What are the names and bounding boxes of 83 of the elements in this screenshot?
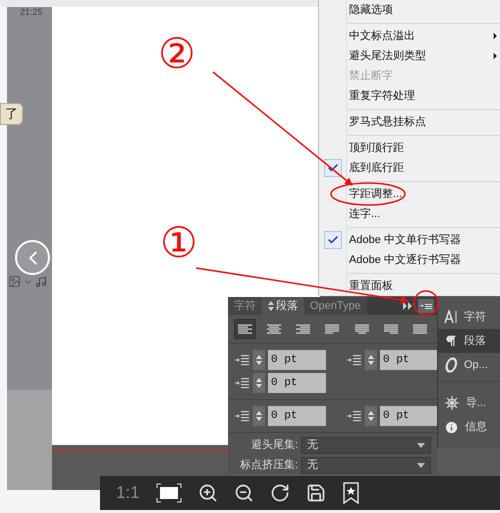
menu-item[interactable]: Adobe 中文逐行书写器 (319, 250, 500, 270)
up-arrow-icon[interactable] (256, 411, 262, 415)
indent-icon (234, 410, 250, 422)
menu-item[interactable]: 连字... (319, 204, 500, 224)
up-down-arrows-icon (268, 301, 274, 311)
alignment-icon (412, 324, 427, 334)
menu-item[interactable]: 顶到顶行距 (319, 138, 500, 158)
number-field[interactable]: 0 pt (268, 350, 326, 370)
stepper[interactable] (365, 350, 377, 370)
step-number: ① (160, 222, 198, 264)
dropdown-label: 标点挤压集: (238, 458, 298, 474)
down-arrow-icon[interactable] (256, 384, 262, 388)
up-arrow-icon[interactable] (256, 355, 262, 359)
number-field[interactable]: 0 pt (268, 373, 326, 393)
dock-item[interactable]: 信息 (438, 415, 500, 439)
menu-item[interactable]: 中文标点溢出 (319, 26, 500, 46)
dropdown-arrow-icon (417, 443, 425, 448)
number-field[interactable]: 0 pt (268, 406, 326, 426)
indent-icon (234, 354, 250, 366)
tab-label: OpenType (310, 298, 361, 314)
chat-bubble: 了 (0, 103, 23, 125)
dropdown-label: 避头尾集: (250, 438, 298, 454)
dock-item[interactable]: 段落 (438, 329, 500, 353)
stepper[interactable] (253, 406, 265, 426)
actual-size-button[interactable]: 1:1 (116, 480, 140, 506)
up-arrow-icon[interactable] (368, 411, 374, 415)
image-icon[interactable] (8, 275, 21, 288)
dropdown[interactable]: 无 (301, 437, 431, 454)
dropdown-arrow-icon (417, 463, 425, 468)
alignment-icon (384, 324, 398, 334)
pilcrow-icon (444, 334, 458, 348)
rotate-icon[interactable] (270, 483, 290, 503)
up-arrow-icon[interactable] (256, 378, 262, 382)
alignment-icon (267, 324, 282, 334)
zoom-in-icon[interactable] (198, 483, 218, 503)
menu-icon (420, 302, 432, 310)
dropdown[interactable]: 无 (301, 457, 431, 474)
fit-screen-icon[interactable] (156, 483, 182, 503)
timestamp: 21:25 (20, 8, 43, 17)
highlight-circle (413, 290, 439, 316)
tab-label: 段落 (276, 298, 298, 314)
alignment-icon (296, 324, 310, 334)
down-arrow-icon[interactable] (368, 417, 374, 421)
collapse-icon[interactable] (403, 302, 413, 310)
up-arrow-icon[interactable] (368, 355, 374, 359)
wheel-icon (444, 395, 460, 411)
menu-item[interactable]: 重置面板 (319, 276, 500, 296)
step-number: ② (158, 33, 196, 75)
bookmark-star-icon[interactable] (342, 482, 360, 504)
down-arrow-icon[interactable] (368, 361, 374, 365)
zoom-out-icon[interactable] (234, 483, 254, 503)
stepper[interactable] (253, 350, 265, 370)
music-icon[interactable] (35, 276, 47, 288)
down-arrow-icon[interactable] (256, 417, 262, 421)
alignment-icon (325, 324, 340, 334)
stepper[interactable] (365, 406, 377, 426)
dock-item[interactable]: 字符 (438, 305, 500, 329)
indent-icon (346, 354, 362, 366)
stepper[interactable] (253, 373, 265, 393)
number-field[interactable]: 0 pt (380, 406, 438, 426)
dock-item[interactable]: 导... (438, 391, 500, 415)
alignment-icon (354, 324, 369, 334)
menu-item[interactable]: 罗马式悬挂标点 (319, 112, 500, 132)
menu-item[interactable]: 字距调整... (319, 184, 500, 204)
menu-item[interactable]: 底到底行距 (319, 158, 500, 178)
info-icon (444, 420, 459, 434)
tab-label: 字符 (234, 298, 256, 314)
down-arrow-icon[interactable] (256, 361, 262, 365)
indent-icon (346, 410, 362, 422)
panel-menu-button[interactable] (418, 299, 434, 313)
panel-tab[interactable]: 段落 (262, 297, 304, 315)
alignment-icon (238, 324, 252, 334)
menu-item[interactable]: 重复字符处理 (319, 86, 500, 106)
menu-item[interactable]: 避头尾法则类型 (319, 46, 500, 66)
number-field[interactable]: 0 pt (380, 350, 438, 370)
menu-item[interactable]: 隐藏选项 (319, 0, 500, 20)
align-button[interactable] (234, 319, 256, 339)
text-cursor-icon (444, 310, 458, 324)
save-icon[interactable] (306, 483, 326, 503)
indent-icon (234, 377, 250, 389)
menu-item[interactable]: Adobe 中文单行书写器 (319, 230, 500, 250)
dock-item[interactable]: Op... (438, 353, 500, 377)
opentype-icon (444, 357, 458, 373)
